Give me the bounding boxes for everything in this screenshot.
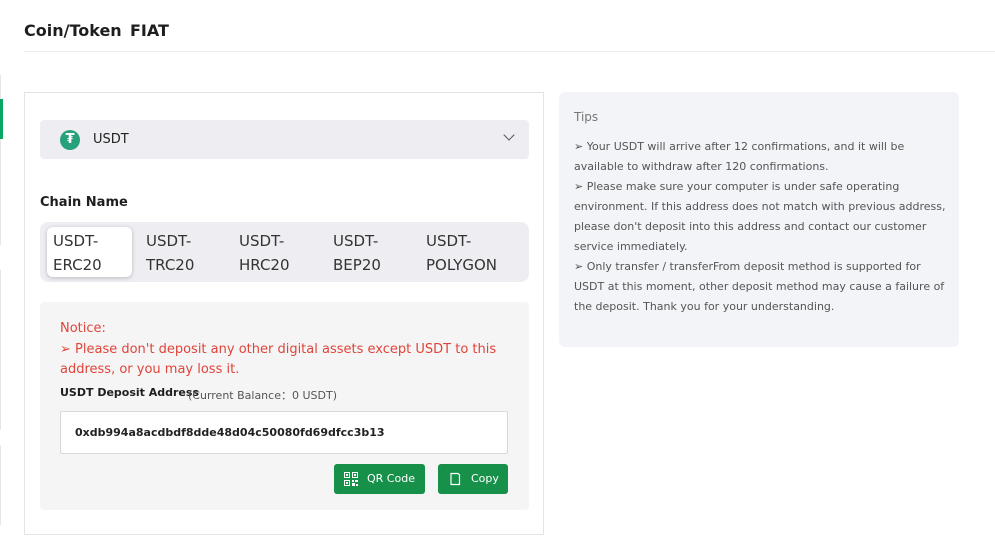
chevron-down-icon <box>503 129 515 141</box>
copy-icon <box>450 472 461 486</box>
deposit-card: ₮ USDT Chain Name USDT- ERC20 USDT- TRC2… <box>24 92 544 535</box>
notice-title: Notice: <box>60 321 106 336</box>
coin-name: USDT <box>93 132 129 147</box>
chain-option-line: HRC20 <box>239 256 290 274</box>
notice-panel: Notice: ➢ Please don't deposit any other… <box>40 302 529 510</box>
chain-option-line: USDT- <box>146 232 192 250</box>
chain-option-line: USDT- <box>53 232 99 250</box>
active-nav-indicator <box>0 99 3 139</box>
tips-title: Tips <box>574 110 599 124</box>
chain-option-line: POLYGON <box>426 256 498 274</box>
tether-icon: ₮ <box>60 130 80 150</box>
tips-body: ➢ Your USDT will arrive after 12 confirm… <box>574 137 949 317</box>
asset-type-tabs: Coin/Token FIAT <box>24 0 995 52</box>
chain-option-trc20[interactable]: USDT- TRC20 <box>140 227 200 277</box>
chain-option-line: USDT- <box>426 232 472 250</box>
chain-option-line: TRC20 <box>146 256 195 274</box>
notice-text: ➢ Please don't deposit any other digital… <box>60 342 497 377</box>
rail-divider <box>0 445 1 525</box>
tab-fiat[interactable]: FIAT <box>130 21 169 40</box>
deposit-address-field[interactable]: 0xdb994a8acdbdf8dde48d04c50080fd69dfcc3b… <box>60 411 508 454</box>
qr-code-icon <box>344 472 358 486</box>
chain-option-line: BEP20 <box>333 256 381 274</box>
chain-name-label: Chain Name <box>40 195 128 210</box>
chain-option-line: USDT- <box>333 232 379 250</box>
tip-item: ➢ Your USDT will arrive after 12 confirm… <box>574 140 905 173</box>
copy-label: Copy <box>471 472 499 485</box>
deposit-address-label: USDT Deposit Address <box>60 386 199 399</box>
chain-option-line: USDT- <box>239 232 285 250</box>
copy-button[interactable]: Copy <box>438 464 508 494</box>
chain-option-erc20[interactable]: USDT- ERC20 <box>47 227 132 277</box>
tip-item: ➢ Please make sure your computer is unde… <box>574 180 946 253</box>
qr-code-button[interactable]: QR Code <box>334 464 425 494</box>
left-rail <box>0 0 6 553</box>
rail-divider <box>0 270 1 430</box>
tab-coin-token[interactable]: Coin/Token <box>24 21 122 40</box>
qr-code-label: QR Code <box>367 472 415 485</box>
chain-option-line: ERC20 <box>53 256 102 274</box>
current-balance: (Current Balance：0 USDT) <box>188 389 337 402</box>
coin-select[interactable]: ₮ USDT <box>40 120 529 159</box>
chain-option-polygon[interactable]: USDT- POLYGON <box>420 227 503 277</box>
tips-panel: Tips ➢ Your USDT will arrive after 12 co… <box>559 92 959 347</box>
chain-selector: USDT- ERC20 USDT- TRC20 USDT- HRC20 USDT… <box>40 222 529 282</box>
chain-option-hrc20[interactable]: USDT- HRC20 <box>233 227 296 277</box>
chain-option-bep20[interactable]: USDT- BEP20 <box>327 227 387 277</box>
tip-item: ➢ Only transfer / transferFrom deposit m… <box>574 260 945 313</box>
